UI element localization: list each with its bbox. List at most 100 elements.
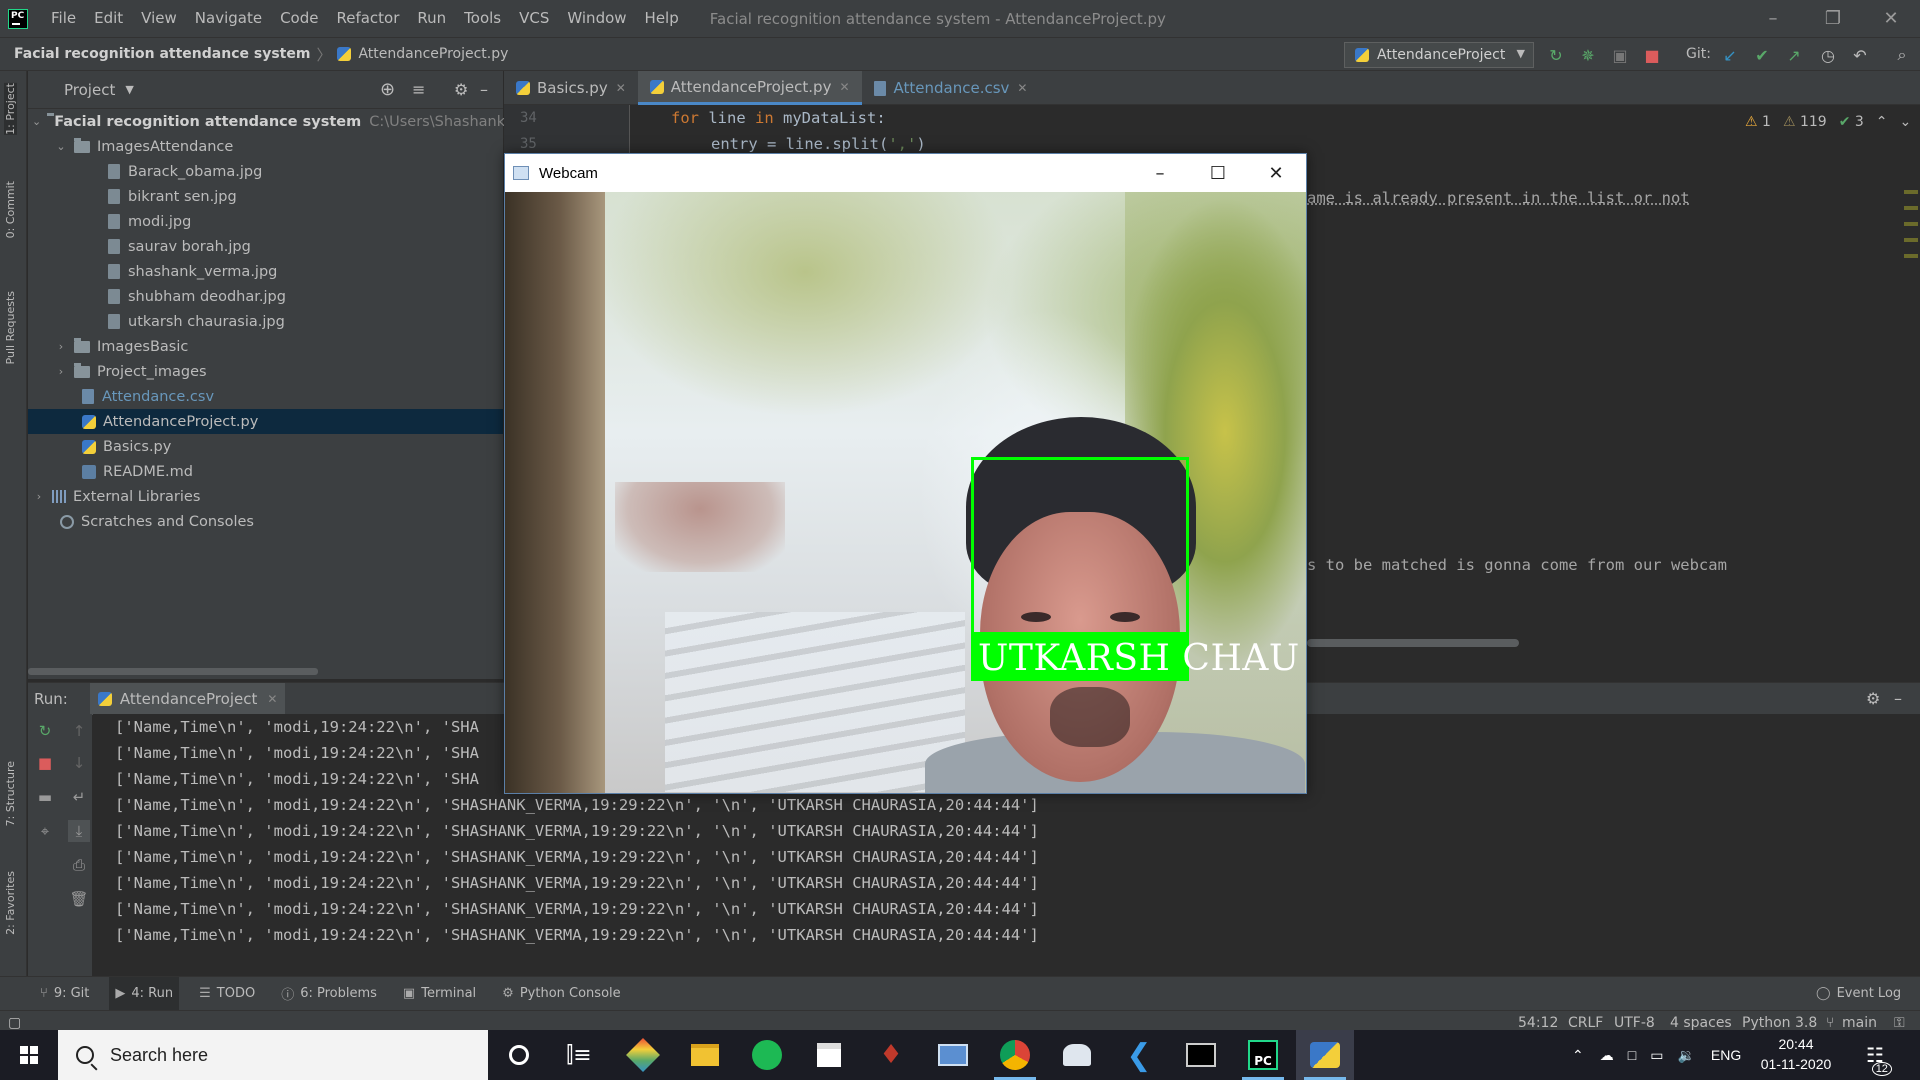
- run-tab-attendance-project[interactable]: AttendanceProject ✕: [89, 682, 286, 715]
- project-panel-title[interactable]: Project: [64, 81, 115, 99]
- pin-icon[interactable]: ⌖: [34, 820, 56, 842]
- history-icon[interactable]: ◷: [1818, 46, 1838, 65]
- tab-commit[interactable]: 0: Commit: [4, 181, 17, 238]
- editor-horizontal-scrollbar[interactable]: [1307, 639, 1519, 647]
- warning-count[interactable]: ⚠ 1: [1745, 114, 1771, 130]
- git-push-icon[interactable]: ↗: [1784, 46, 1804, 65]
- git-branch[interactable]: main: [1842, 1015, 1877, 1031]
- close-icon[interactable]: ✕: [1862, 0, 1920, 37]
- battery-icon[interactable]: ▭: [1650, 1047, 1663, 1064]
- lock-icon[interactable]: ⚿: [1894, 1015, 1905, 1031]
- webcam-title-bar[interactable]: Webcam – ☐ ✕: [505, 154, 1306, 192]
- git-app-icon[interactable]: [614, 1030, 672, 1080]
- hide-icon[interactable]: –: [1894, 689, 1902, 708]
- file-encoding[interactable]: UTF-8: [1614, 1015, 1655, 1031]
- taskbar-search[interactable]: Search here: [58, 1030, 488, 1080]
- tree-external-libraries[interactable]: › External Libraries: [28, 484, 503, 509]
- debug-icon[interactable]: ✵: [1578, 46, 1598, 65]
- close-tab-icon[interactable]: ✕: [839, 80, 849, 94]
- rerun-icon[interactable]: ↻: [1546, 46, 1566, 65]
- coverage-icon[interactable]: ▣: [1610, 46, 1630, 65]
- tree-item-image[interactable]: saurav borah.jpg: [28, 234, 503, 259]
- language-indicator[interactable]: ENG: [1711, 1047, 1741, 1063]
- arrow-up-icon[interactable]: ↑: [68, 720, 90, 742]
- stop-icon[interactable]: ■: [1642, 46, 1662, 65]
- toolwindow-todo[interactable]: ☰ TODO: [193, 977, 261, 1011]
- breadcrumb-project[interactable]: Facial recognition attendance system: [14, 46, 310, 62]
- cortana-icon[interactable]: [490, 1030, 548, 1080]
- onedrive-icon[interactable]: ☁: [1600, 1047, 1614, 1064]
- maximize-icon[interactable]: ☐: [1189, 154, 1247, 192]
- toolwindow-run[interactable]: ▶ 4: Run: [109, 976, 180, 1011]
- error-stripe[interactable]: [1904, 190, 1918, 270]
- print-icon[interactable]: ⎙: [68, 854, 90, 876]
- tree-item-image[interactable]: modi.jpg: [28, 209, 503, 234]
- python-interpreter[interactable]: Python 3.8: [1742, 1015, 1817, 1031]
- tab-pull-requests[interactable]: Pull Requests: [4, 291, 17, 364]
- menu-help[interactable]: Help: [636, 0, 688, 37]
- tree-folder-project-images[interactable]: › Project_images: [28, 359, 503, 384]
- expand-icon[interactable]: ⌄: [54, 140, 68, 153]
- menu-vcs[interactable]: VCS: [510, 0, 558, 37]
- minimize-icon[interactable]: –: [1744, 0, 1802, 37]
- predator-app-icon[interactable]: ♦: [862, 1030, 920, 1080]
- taskbar-clock[interactable]: 20:44 01-11-2020: [1750, 1034, 1842, 1074]
- close-tab-icon[interactable]: ✕: [267, 692, 277, 706]
- tab-attendance-csv[interactable]: Attendance.csv ✕: [862, 71, 1040, 105]
- tab-project[interactable]: 1: Project: [4, 83, 17, 135]
- indent-setting[interactable]: 4 spaces: [1670, 1015, 1732, 1031]
- snipping-app-icon[interactable]: [1048, 1030, 1106, 1080]
- git-update-icon[interactable]: ↙: [1720, 46, 1740, 65]
- menu-tools[interactable]: Tools: [455, 0, 510, 37]
- file-explorer-icon[interactable]: [676, 1030, 734, 1080]
- chrome-icon[interactable]: [986, 1030, 1044, 1080]
- minimize-icon[interactable]: –: [1131, 154, 1189, 192]
- layout-toggle-icon[interactable]: ▢: [8, 1015, 21, 1031]
- project-horizontal-scrollbar[interactable]: [28, 668, 318, 675]
- tab-structure[interactable]: 7: Structure: [4, 761, 17, 826]
- chevron-down-icon[interactable]: ⌄: [1900, 114, 1912, 130]
- close-tab-icon[interactable]: ✕: [1017, 81, 1027, 95]
- toolwindow-terminal[interactable]: ▣ Terminal: [397, 977, 482, 1011]
- tree-item-image[interactable]: shashank_verma.jpg: [28, 259, 503, 284]
- python-app-icon[interactable]: [1296, 1030, 1354, 1080]
- menu-view[interactable]: View: [132, 0, 186, 37]
- remote-desktop-icon[interactable]: [924, 1030, 982, 1080]
- toolwindow-python-console[interactable]: ⚙ Python Console: [496, 977, 626, 1011]
- soft-wrap-icon[interactable]: ↵: [68, 786, 90, 808]
- tab-attendance-project-py[interactable]: AttendanceProject.py ✕: [637, 71, 862, 105]
- toolwindow-problems[interactable]: ⓘ 6: Problems: [275, 977, 383, 1011]
- tree-item-basics-py[interactable]: Basics.py: [28, 434, 503, 459]
- close-icon[interactable]: ✕: [1247, 154, 1305, 192]
- close-tab-icon[interactable]: ✕: [616, 81, 626, 95]
- typo-count[interactable]: ✔ 3: [1839, 114, 1864, 130]
- weak-warning-count[interactable]: ⚠ 119: [1783, 114, 1827, 130]
- gear-icon[interactable]: ⚙: [1866, 689, 1880, 708]
- menu-file[interactable]: File: [42, 0, 85, 37]
- chevron-up-icon[interactable]: ⌃: [1572, 1047, 1584, 1064]
- menu-navigate[interactable]: Navigate: [186, 0, 271, 37]
- tree-folder-images-basic[interactable]: › ImagesBasic: [28, 334, 503, 359]
- menu-refactor[interactable]: Refactor: [327, 0, 408, 37]
- restore-icon[interactable]: ❐: [1804, 0, 1862, 37]
- volume-icon[interactable]: 🔉: [1677, 1047, 1694, 1064]
- terminal-app-icon[interactable]: [1172, 1030, 1230, 1080]
- menu-edit[interactable]: Edit: [85, 0, 132, 37]
- vscode-icon[interactable]: ❮: [1110, 1030, 1168, 1080]
- expand-icon[interactable]: ›: [32, 490, 46, 503]
- stop-icon[interactable]: ■: [34, 752, 56, 774]
- start-button[interactable]: [0, 1030, 58, 1080]
- tree-item-csv[interactable]: Attendance.csv: [28, 384, 503, 409]
- tab-favorites[interactable]: 2: Favorites: [4, 871, 17, 935]
- chevron-down-icon[interactable]: ▼: [125, 83, 133, 96]
- chevron-up-icon[interactable]: ⌃: [1876, 114, 1888, 130]
- menu-run[interactable]: Run: [408, 0, 455, 37]
- line-separator[interactable]: CRLF: [1568, 1015, 1603, 1031]
- store-icon[interactable]: [800, 1030, 858, 1080]
- network-icon[interactable]: □: [1628, 1047, 1636, 1063]
- expand-icon[interactable]: ›: [54, 340, 68, 353]
- toolwindow-event-log[interactable]: ◯ Event Log: [1810, 977, 1907, 1011]
- notification-center[interactable]: ☷ 12: [1866, 1030, 1892, 1080]
- pycharm-app-icon[interactable]: PC: [1234, 1030, 1292, 1080]
- tree-root[interactable]: ⌄ Facial recognition attendance system C…: [28, 109, 556, 134]
